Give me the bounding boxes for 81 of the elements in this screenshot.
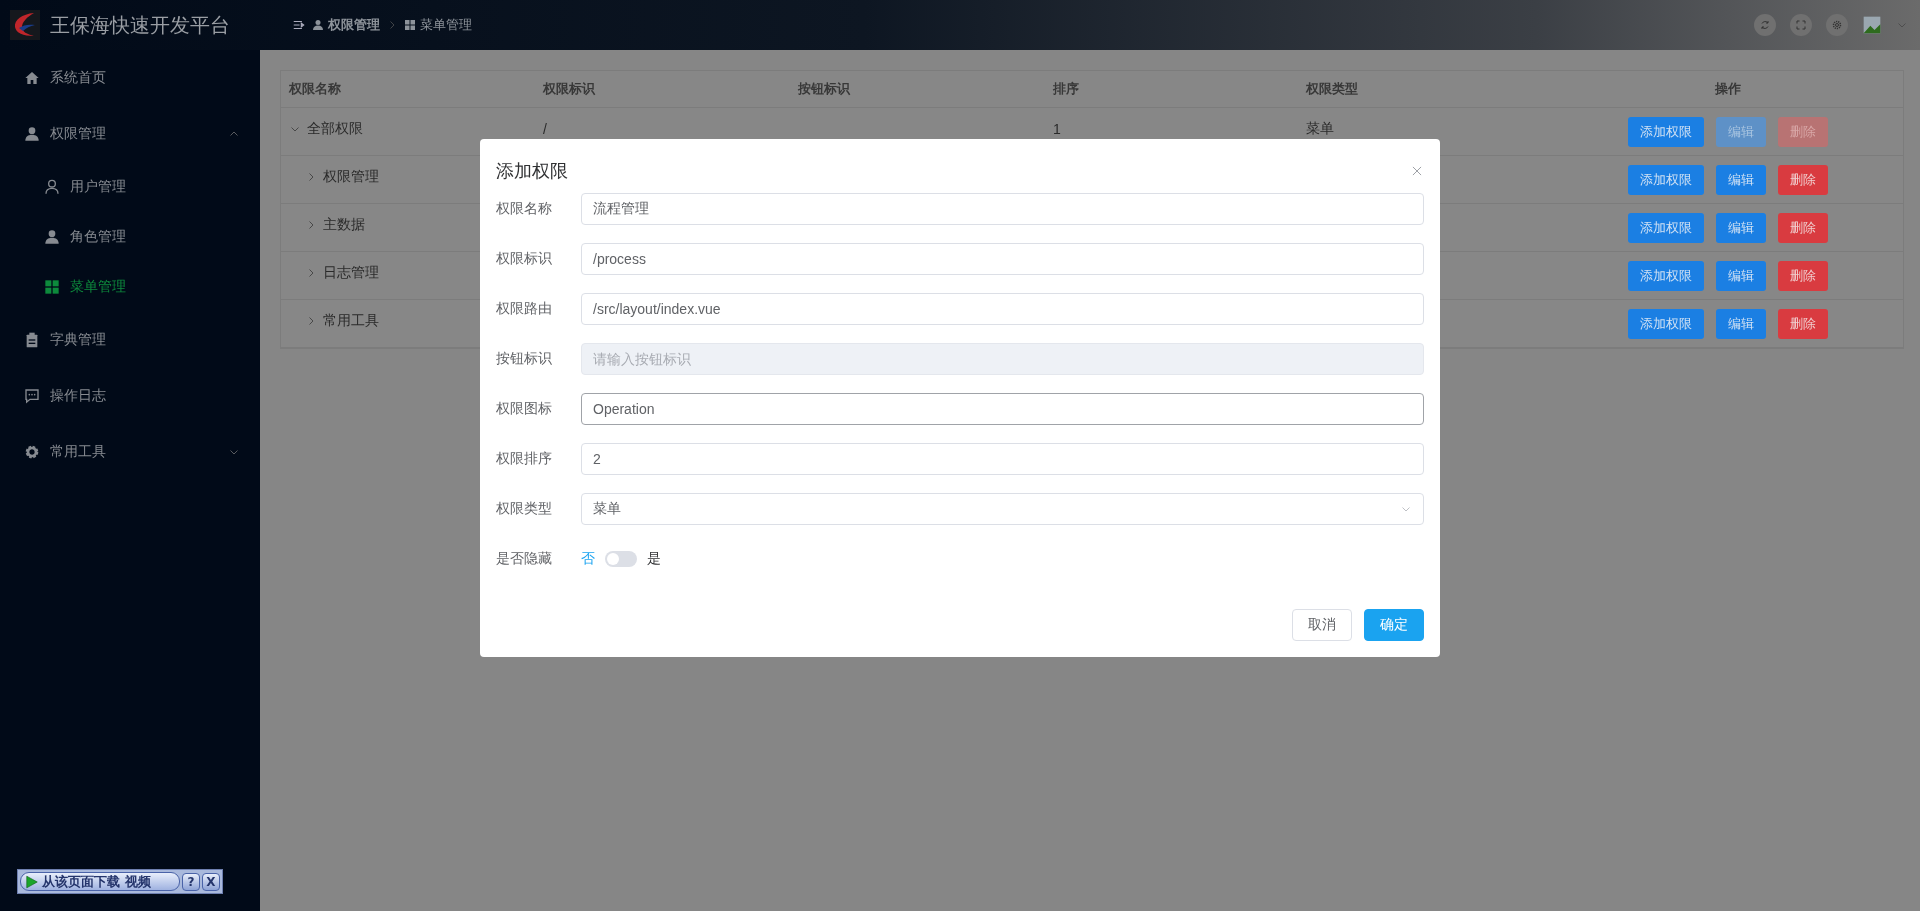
close-button[interactable]: X: [202, 872, 220, 891]
delete-button[interactable]: 删除: [1778, 164, 1828, 195]
input-field[interactable]: 2: [581, 443, 1424, 475]
video-download-button[interactable]: 从该页面下载 视频: [20, 872, 180, 891]
play-icon: [25, 874, 39, 889]
column-header: 操作: [1553, 71, 1903, 108]
home-icon: [24, 70, 40, 86]
grid-icon: [404, 19, 416, 31]
input-field[interactable]: /process: [581, 243, 1424, 275]
breadcrumb-item[interactable]: 权限管理: [328, 16, 380, 34]
add-permission-button[interactable]: 添加权限: [1628, 308, 1704, 339]
field-label: 按钮标识: [496, 350, 553, 368]
close-icon[interactable]: [1410, 164, 1424, 178]
avatar-image-icon: [1862, 15, 1882, 35]
add-permission-button[interactable]: 添加权限: [1628, 260, 1704, 291]
sidebar-item[interactable]: 菜单管理: [0, 262, 260, 312]
edit-button[interactable]: 编辑: [1716, 164, 1766, 195]
delete-button[interactable]: 删除: [1778, 260, 1828, 291]
breadcrumb-item[interactable]: 菜单管理: [420, 16, 472, 34]
fullscreen-button[interactable]: [1790, 14, 1812, 36]
fullscreen-icon: [1795, 19, 1807, 31]
table-cell-text: /: [543, 120, 547, 137]
edit-button[interactable]: 编辑: [1716, 260, 1766, 291]
person-icon: [312, 19, 324, 31]
switch-off-label: 否: [581, 550, 595, 568]
field-label: 权限排序: [496, 450, 553, 468]
cancel-button[interactable]: 取消: [1292, 609, 1352, 641]
dialog-title: 添加权限: [496, 160, 568, 183]
input-field[interactable]: Operation: [581, 393, 1424, 425]
column-header: 权限标识: [535, 71, 790, 108]
sidebar-item[interactable]: 用户管理: [0, 162, 260, 212]
add-permission-button[interactable]: 添加权限: [1628, 164, 1704, 195]
select-field[interactable]: 菜单: [581, 493, 1424, 525]
person-icon: [24, 126, 40, 142]
toggle-switch[interactable]: [605, 551, 637, 567]
sidebar-item[interactable]: 权限管理: [0, 106, 260, 162]
sidebar-item[interactable]: 操作日志: [0, 368, 260, 424]
switch-on-label: 是: [647, 550, 661, 568]
person-icon: [44, 229, 60, 245]
help-button[interactable]: ?: [182, 872, 200, 891]
field-label: 权限名称: [496, 200, 553, 218]
permission-name: 主数据: [323, 215, 365, 234]
clipboard-icon: [24, 332, 40, 348]
gear-icon: [24, 444, 40, 460]
field-label: 权限图标: [496, 400, 553, 418]
permission-name: 常用工具: [323, 311, 379, 330]
column-header: 权限名称: [281, 71, 535, 108]
permission-name: 日志管理: [323, 263, 379, 282]
settings-button[interactable]: [1826, 14, 1848, 36]
input-field[interactable]: 流程管理: [581, 193, 1424, 225]
column-header: 排序: [1045, 71, 1298, 108]
sidebar-item[interactable]: 常用工具: [0, 424, 260, 480]
person-icon: [44, 179, 60, 195]
chat-icon: [24, 388, 40, 404]
field-label: 是否隐藏: [496, 550, 553, 568]
logo-icon: [10, 10, 40, 40]
refresh-icon: [1759, 19, 1771, 31]
column-header: 权限类型: [1298, 71, 1553, 108]
table-cell-text: 菜单: [1306, 119, 1334, 138]
delete-button[interactable]: 删除: [1778, 212, 1828, 243]
input-field[interactable]: /src/layout/index.vue: [581, 293, 1424, 325]
edit-button[interactable]: 编辑: [1716, 212, 1766, 243]
sidebar-item[interactable]: 角色管理: [0, 212, 260, 262]
sidebar-item[interactable]: 系统首页: [0, 50, 260, 106]
menu-icon: [292, 18, 306, 32]
add-permission-button[interactable]: 添加权限: [1628, 212, 1704, 243]
field-label: 权限路由: [496, 300, 553, 318]
field-label: 权限标识: [496, 250, 553, 268]
permission-name: 全部权限: [307, 119, 363, 138]
table-cell-text: 1: [1053, 120, 1061, 137]
settings-icon: [1831, 19, 1843, 31]
column-header: 按钮标识: [790, 71, 1045, 108]
sidebar-item[interactable]: 字典管理: [0, 312, 260, 368]
grid-icon: [44, 279, 60, 295]
edit-button[interactable]: 编辑: [1716, 308, 1766, 339]
field-label: 权限类型: [496, 500, 553, 518]
delete-button[interactable]: 删除: [1778, 308, 1828, 339]
app-title: 王保海快速开发平台: [50, 12, 230, 38]
add-permission-button[interactable]: 添加权限: [1628, 116, 1704, 147]
refresh-button[interactable]: [1754, 14, 1776, 36]
permission-name: 权限管理: [323, 167, 379, 186]
